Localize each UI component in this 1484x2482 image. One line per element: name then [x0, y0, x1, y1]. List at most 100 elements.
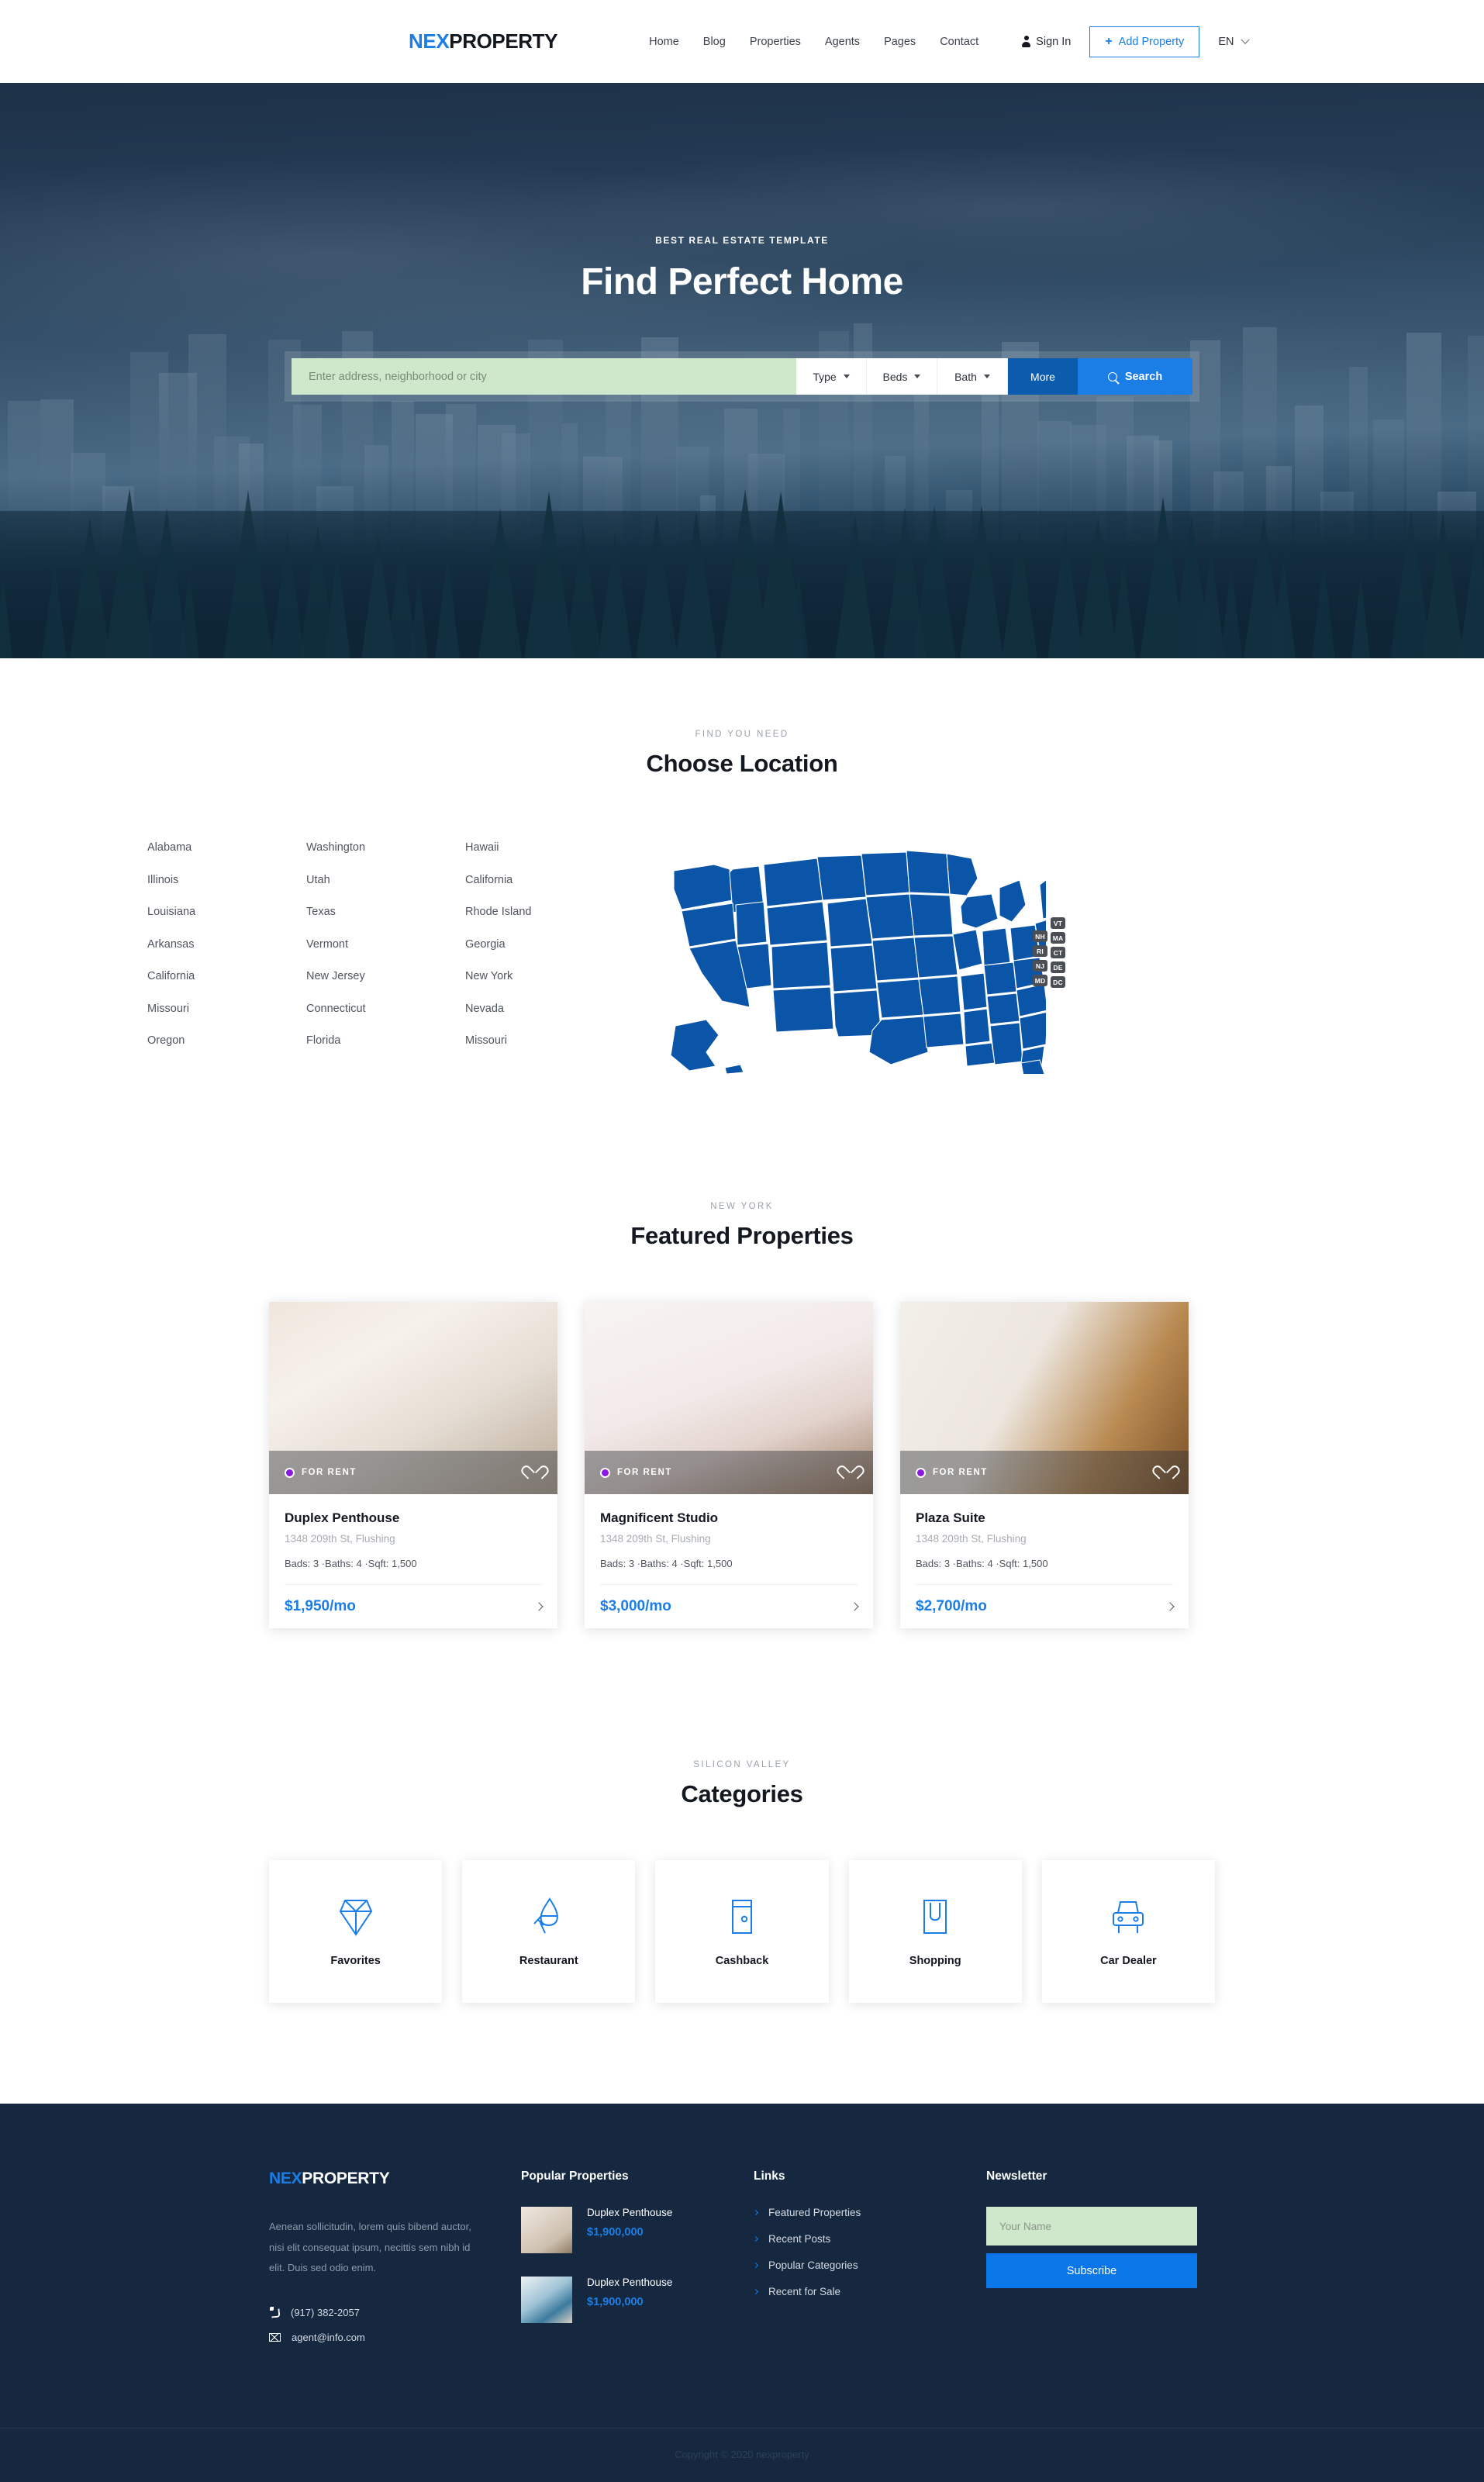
type-dropdown[interactable]: Type — [796, 358, 867, 395]
status-badge: FOR RENT — [916, 1467, 988, 1478]
subscribe-button[interactable]: Subscribe — [986, 2253, 1197, 2288]
tree-silhouettes — [0, 426, 1484, 658]
us-map[interactable]: NH RI NJ MD VT MA CT DE DC — [658, 841, 1067, 1095]
state-link[interactable]: California — [465, 874, 624, 886]
newsletter-name-input[interactable] — [986, 2207, 1197, 2246]
state-link[interactable]: Connecticut — [306, 1003, 465, 1015]
category-label: Favorites — [330, 1955, 381, 1967]
beds-dropdown[interactable]: Beds — [867, 358, 937, 395]
state-link[interactable]: Arkansas — [147, 938, 306, 951]
state-link[interactable]: Louisiana — [147, 906, 306, 918]
state-link[interactable]: Oregon — [147, 1034, 306, 1047]
nav-item-properties[interactable]: Properties — [750, 36, 801, 48]
popular-property-thumbnail — [521, 2277, 572, 2323]
heart-icon[interactable] — [1158, 1465, 1173, 1480]
bath-dropdown[interactable]: Bath — [937, 358, 1008, 395]
status-dot-icon — [916, 1467, 926, 1478]
more-filters-button[interactable]: More — [1008, 358, 1078, 395]
footer-link-item[interactable]: Recent Posts — [752, 2233, 986, 2245]
nav-item-pages[interactable]: Pages — [884, 36, 916, 48]
footer-logo[interactable]: NEXPROPERTY — [269, 2170, 521, 2188]
state-link[interactable]: New York — [465, 970, 624, 982]
popular-property-item[interactable]: Duplex Penthouse $1,900,000 — [521, 2277, 754, 2323]
category-card-restaurant[interactable]: Restaurant — [462, 1860, 636, 2003]
footer-link-item[interactable]: Popular Categories — [752, 2259, 986, 2271]
state-column-3: Hawaii California Rhode Island Georgia N… — [465, 841, 624, 1078]
state-link[interactable]: Georgia — [465, 938, 624, 951]
state-link[interactable]: Rhode Island — [465, 906, 624, 918]
footer-link-label[interactable]: Recent Posts — [768, 2233, 830, 2245]
state-link[interactable]: Nevada — [465, 1003, 624, 1015]
nav-item-contact[interactable]: Contact — [940, 36, 978, 48]
footer-link-label[interactable]: Featured Properties — [768, 2207, 861, 2218]
footer-link-label[interactable]: Popular Categories — [768, 2259, 858, 2271]
site-logo[interactable]: NEXPROPERTY — [409, 29, 557, 54]
status-badge: FOR RENT — [285, 1467, 357, 1478]
chevron-right-icon[interactable] — [534, 1602, 544, 1611]
chevron-right-icon — [752, 2235, 759, 2242]
nav-item-blog[interactable]: Blog — [703, 36, 726, 48]
map-abbr: DC — [1051, 976, 1065, 988]
property-card[interactable]: FOR RENT Magnificent Studio 1348 209th S… — [585, 1302, 873, 1628]
category-card-car-dealer[interactable]: Car Dealer — [1041, 1860, 1216, 2003]
state-link[interactable]: Missouri — [465, 1034, 624, 1047]
category-label: Restaurant — [519, 1955, 578, 1967]
state-link[interactable]: Texas — [306, 906, 465, 918]
status-badge-label: FOR RENT — [302, 1468, 357, 1477]
person-icon — [1022, 36, 1031, 47]
state-link[interactable]: Utah — [306, 874, 465, 886]
property-title: Plaza Suite — [916, 1510, 985, 1525]
chevron-right-icon[interactable] — [850, 1602, 859, 1611]
caret-down-icon — [914, 375, 921, 378]
category-card-cashback[interactable]: Cashback — [655, 1860, 829, 2003]
map-abbr: MA — [1051, 932, 1065, 944]
caret-down-icon — [983, 375, 990, 378]
state-link[interactable]: Missouri — [147, 1003, 306, 1015]
popular-property-price: $1,900,000 — [587, 2296, 644, 2308]
map-abbr: NH — [1033, 930, 1047, 942]
state-link[interactable]: New Jersey — [306, 970, 465, 982]
heart-icon[interactable] — [843, 1465, 858, 1480]
featured-properties-section: NEW YORK Featured Properties FOR RENT Du… — [0, 1078, 1484, 1628]
property-card[interactable]: FOR RENT Plaza Suite 1348 209th St, Flus… — [900, 1302, 1189, 1628]
state-link[interactable]: Florida — [306, 1034, 465, 1047]
sign-in-button[interactable]: Sign In — [1022, 36, 1071, 48]
add-property-button[interactable]: + Add Property — [1089, 26, 1200, 57]
car-icon — [1108, 1896, 1148, 1938]
status-badge: FOR RENT — [600, 1467, 672, 1478]
beds-dropdown-label: Beds — [882, 370, 908, 383]
footer-email[interactable]: agent@info.com — [269, 2332, 521, 2343]
footer-link-label[interactable]: Recent for Sale — [768, 2286, 840, 2297]
footer-link-item[interactable]: Recent for Sale — [752, 2286, 986, 2297]
popular-property-item[interactable]: Duplex Penthouse $1,900,000 — [521, 2207, 754, 2253]
state-link[interactable]: Alabama — [147, 841, 306, 854]
footer-phone[interactable]: (917) 382-2057 — [269, 2307, 521, 2318]
nav-item-agents[interactable]: Agents — [825, 36, 860, 48]
language-selector[interactable]: EN — [1218, 35, 1251, 48]
category-card-favorites[interactable]: Favorites — [269, 1860, 443, 2003]
state-link[interactable]: Vermont — [306, 938, 465, 951]
state-link[interactable]: Washington — [306, 841, 465, 854]
search-input[interactable] — [292, 358, 796, 395]
chevron-right-icon[interactable] — [1165, 1602, 1175, 1611]
property-address: 1348 209th St, Flushing — [285, 1533, 395, 1545]
category-card-shopping[interactable]: Shopping — [848, 1860, 1022, 2003]
hero-section: BEST REAL ESTATE TEMPLATE Find Perfect H… — [0, 83, 1484, 658]
property-meta: Bads: 3 ·Baths: 4 ·Sqft: 1,500 — [916, 1558, 1048, 1569]
footer-link-item[interactable]: Featured Properties — [752, 2207, 986, 2218]
state-link[interactable]: Hawaii — [465, 841, 624, 854]
nav-item-home[interactable]: Home — [649, 36, 679, 48]
logo-nex: NEX — [409, 29, 450, 53]
status-badge-label: FOR RENT — [617, 1468, 672, 1477]
diamond-icon — [338, 1896, 374, 1938]
plus-icon: + — [1105, 34, 1113, 48]
footer-popular-column: Popular Properties Duplex Penthouse $1,9… — [521, 2170, 754, 2356]
search-button[interactable]: Search — [1078, 358, 1192, 395]
hero-eyebrow: BEST REAL ESTATE TEMPLATE — [655, 235, 829, 246]
heart-icon[interactable] — [527, 1465, 542, 1480]
state-link[interactable]: Illinois — [147, 874, 306, 886]
footer-description: Aenean sollicitudin, lorem quis bibend a… — [269, 2221, 471, 2274]
state-link[interactable]: California — [147, 970, 306, 982]
property-card[interactable]: FOR RENT Duplex Penthouse 1348 209th St,… — [269, 1302, 557, 1628]
chevron-down-icon — [1241, 35, 1251, 44]
